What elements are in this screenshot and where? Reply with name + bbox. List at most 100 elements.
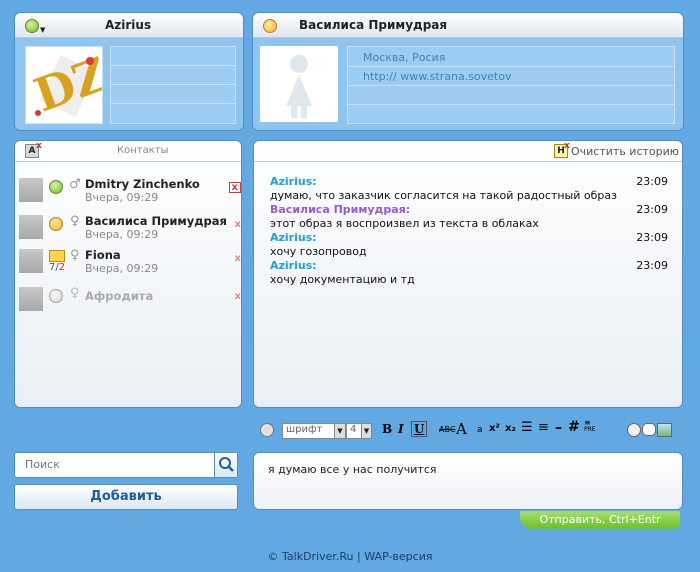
contacts-panel: A x Контакты ♂ Dmitry Zinchenko Вчера, 0… bbox=[14, 140, 242, 408]
bold-button[interactable]: B bbox=[382, 422, 392, 436]
contact-name[interactable]: Fiona bbox=[85, 248, 121, 262]
send-button-label: Отправить, Ctrl+Entr bbox=[539, 513, 661, 526]
message-time: 23:09 bbox=[636, 203, 668, 216]
partner-info-box: Москва, Росия http:// www.strana.sovetov bbox=[347, 46, 675, 124]
image-icon[interactable] bbox=[657, 423, 672, 437]
message-author: Azirius: bbox=[270, 231, 317, 244]
partner-status-icon bbox=[263, 19, 277, 33]
add-contact-button[interactable]: Добавить bbox=[14, 484, 238, 510]
my-info-box bbox=[110, 46, 236, 124]
copyright-link[interactable]: © TalkDriver.Ru bbox=[268, 550, 354, 563]
partner-name: Василиса Примудрая bbox=[299, 18, 448, 32]
female-icon: ♀ bbox=[70, 286, 80, 301]
font-select-value: шрифт bbox=[286, 424, 323, 435]
contact-name[interactable]: Dmitry Zinchenko bbox=[85, 177, 200, 191]
message-time: 23:09 bbox=[636, 259, 668, 272]
status-dropdown-arrow-icon[interactable]: ▼ bbox=[40, 26, 45, 34]
message-text: этот образ я воспроизвел из текста в обл… bbox=[270, 217, 539, 230]
male-icon: ♂ bbox=[69, 177, 81, 192]
underline-button[interactable]: U bbox=[411, 421, 428, 437]
send-button[interactable]: Отправить, Ctrl+Entr bbox=[520, 511, 680, 529]
list-icon[interactable]: ☰ bbox=[521, 420, 533, 435]
contacts-header: A x Контакты bbox=[15, 141, 241, 162]
clear-history-x-icon: x bbox=[564, 141, 570, 151]
message-author: Azirius: bbox=[270, 259, 317, 272]
contact-row[interactable]: ♀ Афродита x bbox=[19, 286, 241, 313]
search-icon bbox=[219, 457, 234, 472]
new-message-envelope-icon bbox=[49, 250, 65, 262]
preformatted-button[interactable]: ≡ PRE bbox=[584, 419, 596, 434]
female-silhouette-icon bbox=[286, 55, 312, 118]
chat-header: H x Очистить историю bbox=[254, 141, 682, 162]
italic-button[interactable]: I bbox=[398, 422, 404, 436]
footer-separator: | bbox=[357, 550, 361, 563]
partner-profile-panel: Василиса Примудрая Москва, Росия http://… bbox=[252, 12, 684, 131]
contact-row[interactable]: ♂ Dmitry Zinchenko Вчера, 09:29 x bbox=[19, 177, 241, 204]
size-select[interactable]: 4 ▼ bbox=[346, 423, 372, 439]
contact-time: Вчера, 09:29 bbox=[85, 228, 159, 241]
speech-bubble-icon[interactable] bbox=[642, 423, 656, 436]
font-size-up-button[interactable]: A bbox=[456, 420, 467, 438]
partner-city: Москва, Росия bbox=[363, 51, 446, 64]
contact-name[interactable]: Афродита bbox=[85, 289, 153, 303]
contact-row[interactable]: 7/2 ♀ Fiona Вчера, 09:29 x bbox=[19, 248, 241, 275]
contacts-title: Контакты bbox=[117, 145, 169, 156]
contact-time: Вчера, 09:29 bbox=[85, 191, 159, 204]
add-contact-label: Добавить bbox=[90, 489, 162, 504]
search-box bbox=[14, 452, 238, 478]
female-icon: ♀ bbox=[70, 248, 80, 263]
chat-history-panel: H x Очистить историю Azirius: 23:09 дума… bbox=[253, 140, 683, 408]
partner-profile-header: Василиса Примудрая bbox=[253, 13, 683, 38]
contact-avatar bbox=[19, 249, 43, 273]
superscript-button[interactable]: x² bbox=[489, 423, 500, 434]
contact-avatar bbox=[19, 215, 43, 239]
sort-remove-icon: x bbox=[36, 141, 42, 151]
message-text: хочу гозопровод bbox=[270, 245, 367, 258]
contact-time: Вчера, 09:29 bbox=[85, 262, 159, 275]
contact-name[interactable]: Василиса Примудрая bbox=[85, 214, 227, 228]
hash-button[interactable]: # bbox=[568, 419, 580, 435]
offline-status-icon bbox=[49, 289, 63, 303]
compose-panel: я думаю все у нас получится bbox=[253, 452, 683, 510]
compose-input[interactable]: я думаю все у нас получится bbox=[268, 463, 437, 476]
partner-avatar[interactable] bbox=[260, 46, 338, 122]
contact-avatar bbox=[19, 287, 43, 311]
my-name: Azirius bbox=[105, 18, 152, 32]
message-time: 23:09 bbox=[636, 175, 668, 188]
align-icon[interactable]: ≡ bbox=[538, 420, 549, 435]
message-time: 23:09 bbox=[636, 231, 668, 244]
message-author: Azirius: bbox=[270, 175, 317, 188]
font-select[interactable]: шрифт ▼ bbox=[282, 423, 346, 439]
strikethrough-button[interactable]: АВС bbox=[439, 425, 456, 434]
smiley-icon[interactable] bbox=[260, 423, 274, 437]
font-select-arrow-icon: ▼ bbox=[334, 424, 345, 438]
delete-contact-icon[interactable]: x bbox=[235, 291, 241, 302]
my-profile-panel: ▼ Azirius DZ bbox=[14, 12, 244, 131]
message-author: Василиса Примудрая: bbox=[270, 203, 411, 216]
unread-count: 7/2 bbox=[49, 262, 66, 273]
horizontal-rule-icon[interactable]: – bbox=[555, 420, 562, 436]
away-status-icon bbox=[49, 217, 63, 231]
search-button[interactable] bbox=[214, 453, 237, 477]
my-profile-header: ▼ Azirius bbox=[15, 13, 243, 38]
quote-icon[interactable] bbox=[627, 423, 641, 437]
preformatted-label: PRE bbox=[584, 426, 596, 433]
contact-avatar bbox=[19, 178, 43, 202]
size-select-arrow-icon: ▼ bbox=[361, 424, 371, 438]
online-status-icon bbox=[49, 180, 63, 194]
delete-contact-icon[interactable]: x bbox=[228, 182, 241, 193]
message-text: думаю, что заказчик согласится на такой … bbox=[270, 189, 617, 202]
delete-contact-icon[interactable]: x bbox=[235, 253, 241, 264]
font-size-down-button[interactable]: a bbox=[477, 425, 483, 435]
subscript-button[interactable]: x₂ bbox=[505, 423, 516, 434]
partner-url[interactable]: http:// www.strana.sovetov bbox=[363, 70, 511, 83]
delete-contact-icon[interactable]: x bbox=[235, 219, 241, 230]
search-input[interactable] bbox=[19, 455, 221, 473]
wap-version-link[interactable]: WAP-версия bbox=[364, 550, 432, 563]
female-icon: ♀ bbox=[70, 214, 80, 229]
my-status-icon[interactable] bbox=[25, 19, 39, 33]
my-avatar[interactable]: DZ bbox=[25, 46, 115, 124]
clear-history-link[interactable]: Очистить историю bbox=[571, 145, 679, 158]
message-text: хочу документацию и тд bbox=[270, 273, 415, 286]
contact-row[interactable]: ♀ Василиса Примудрая Вчера, 09:29 x bbox=[19, 214, 241, 241]
